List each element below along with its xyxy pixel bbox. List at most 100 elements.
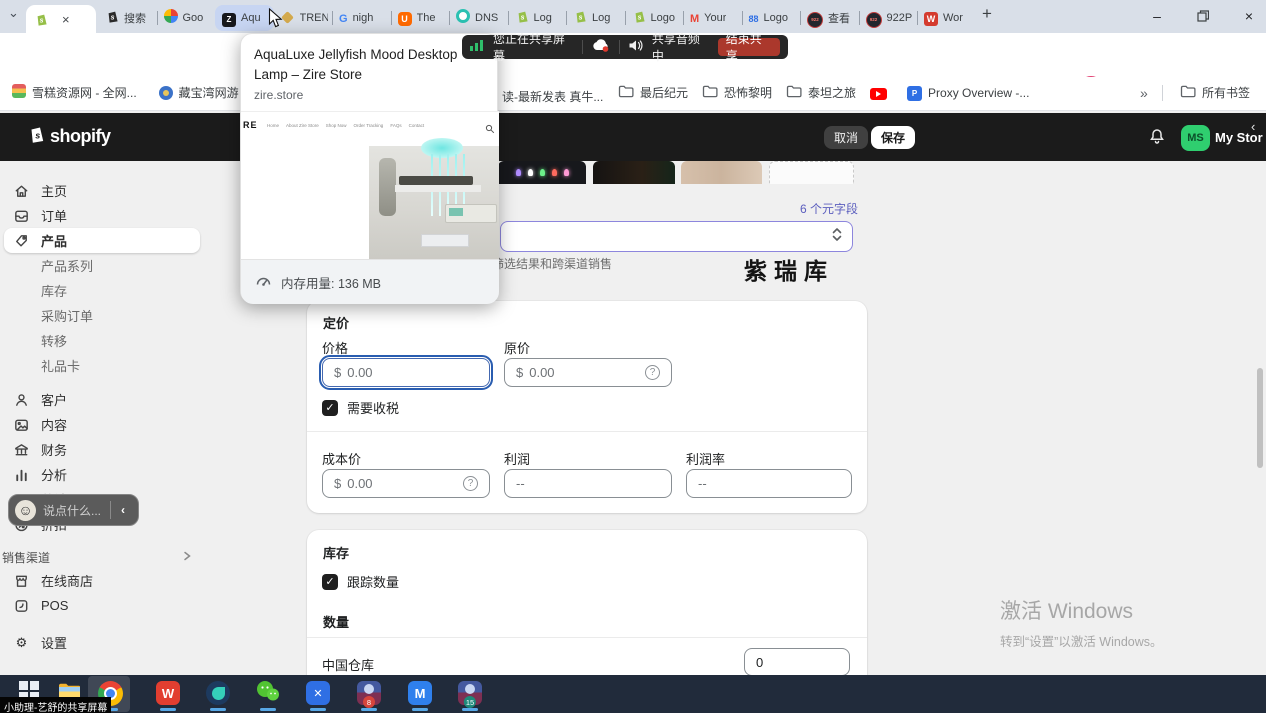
sidebar-item-3[interactable]: 产品系列: [4, 253, 200, 278]
sidebar-item-11[interactable]: 分析: [4, 462, 200, 487]
notifications-bell-icon[interactable]: [1148, 127, 1166, 150]
taskbar-app-badge-15[interactable]: 15: [457, 680, 483, 708]
window-restore-button[interactable]: [1188, 0, 1218, 32]
sidebar-item-0[interactable]: 主页: [4, 178, 200, 203]
bookmark-1[interactable]: 藏宝湾网游: [158, 84, 239, 101]
assistant-chat-widget[interactable]: ☺ 说点什么... ‹: [8, 494, 139, 526]
content-icon: [13, 416, 30, 434]
sidebar-item-8[interactable]: 客户: [4, 387, 200, 412]
jellyfish-dot: [515, 169, 521, 176]
help-icon[interactable]: ?: [463, 476, 478, 491]
browser-tab-1[interactable]: Goo: [156, 5, 216, 31]
tab-label: Wor: [943, 12, 963, 24]
gmail-icon: M: [690, 13, 700, 25]
sidebar-item-10[interactable]: 财务: [4, 437, 200, 462]
store-avatar[interactable]: MS: [1181, 125, 1210, 151]
svg-text:s: s: [40, 18, 44, 25]
new-tab-button[interactable]: +: [982, 4, 992, 24]
shopify-wordmark: shopify: [50, 126, 111, 146]
sidebar-item-6[interactable]: 转移: [4, 328, 200, 353]
sidebar-item-4[interactable]: 库存: [4, 278, 200, 303]
tab-close-icon[interactable]: ×: [62, 13, 70, 26]
browser-tab-0[interactable]: s 搜索: [98, 5, 157, 31]
window-minimize-button[interactable]: –: [1142, 0, 1172, 32]
bookmark-folder-4[interactable]: P Proxy Overview -...: [907, 84, 1029, 101]
channel-item-0[interactable]: 在线商店: [4, 568, 198, 593]
tab-label: Goo: [182, 12, 204, 24]
browser-tab-7[interactable]: s Log: [507, 5, 567, 31]
chevron-left-icon[interactable]: ‹: [118, 503, 128, 517]
product-category-select[interactable]: [500, 221, 853, 252]
metafields-link[interactable]: 6 个元字段: [700, 200, 858, 217]
browser-tab-10[interactable]: M Your: [683, 5, 742, 31]
taskbar-app-badge-8[interactable]: 8: [356, 680, 382, 708]
collapse-chevron-icon[interactable]: ‹: [1251, 119, 1255, 134]
bookmark-folder-1[interactable]: 恐怖黎明: [702, 84, 772, 101]
sales-channels-header[interactable]: 销售渠道: [2, 546, 198, 568]
shopify-dark-icon: s: [105, 9, 119, 28]
window-close-button[interactable]: ×: [1234, 0, 1264, 32]
browser-tab-9[interactable]: s Logo: [624, 5, 684, 31]
channel-item-1[interactable]: POS: [4, 593, 198, 618]
bookmark-folder-3[interactable]: [870, 84, 893, 101]
sidebar-item-settings[interactable]: ⚙ 设置: [4, 630, 200, 655]
currency-prefix: $: [334, 365, 342, 380]
taskbar-wechat[interactable]: [255, 680, 281, 706]
tax-checkbox-row[interactable]: ✓ 需要收税: [322, 398, 399, 417]
browser-tab-11[interactable]: 8̈8 Logo: [741, 5, 801, 31]
chat-placeholder[interactable]: 说点什么...: [43, 502, 101, 519]
store-name[interactable]: My Store: [1215, 130, 1263, 145]
location-label: 中国仓库: [322, 658, 375, 673]
sidebar-item-5[interactable]: 采购订单: [4, 303, 200, 328]
all-bookmarks-button[interactable]: 所有书签: [1180, 84, 1250, 101]
sidebar-item-9[interactable]: 内容: [4, 412, 200, 437]
bookmark-folder-2[interactable]: 泰坦之旅: [786, 84, 856, 101]
price-input[interactable]: $ 0.00: [319, 355, 493, 390]
media-thumb-add-slot[interactable]: [769, 161, 854, 184]
help-icon[interactable]: ?: [645, 365, 660, 380]
profit-input[interactable]: --: [504, 469, 672, 498]
bookmarks-overflow-icon[interactable]: »: [1140, 85, 1148, 101]
taskbar-teal-circle-app[interactable]: [205, 680, 231, 706]
sidebar-item-7[interactable]: 礼品卡: [4, 353, 200, 378]
bookmark-0[interactable]: 雪糕资源网 - 全网...: [12, 84, 137, 101]
browser-tab-2[interactable]: Z Aqu: [215, 5, 274, 31]
checkbox-checked-icon[interactable]: ✓: [322, 573, 338, 590]
sidebar-item-1[interactable]: 订单: [4, 203, 200, 228]
track-quantity-checkbox-row[interactable]: ✓ 跟踪数量: [322, 572, 399, 591]
scrollbar-thumb[interactable]: [1257, 368, 1263, 468]
media-thumb-beige[interactable]: [681, 161, 762, 184]
media-thumb-dark[interactable]: [593, 161, 675, 184]
shopify-logo[interactable]: s shopify: [27, 124, 111, 149]
tab-search-chevron-icon[interactable]: ⌄: [8, 5, 19, 21]
bookmark-partial[interactable]: 读-最新发表 真牛...: [502, 88, 603, 105]
browser-tab-8[interactable]: s Log: [566, 5, 625, 31]
checkbox-checked-icon[interactable]: ✓: [322, 399, 338, 416]
active-browser-tab[interactable]: s ×: [26, 5, 96, 33]
jellyfish-glow: [421, 138, 463, 158]
taskbar-wps-office[interactable]: W: [155, 680, 181, 706]
browser-tab-6[interactable]: DNS: [449, 5, 508, 31]
profit-label: 利润: [504, 452, 531, 467]
sidebar-item-2[interactable]: 产品: [4, 228, 200, 253]
preview-footer: 内存用量: 136 MB: [241, 259, 499, 304]
save-button[interactable]: 保存: [871, 126, 916, 149]
tab-label: 搜索: [124, 13, 146, 25]
margin-input[interactable]: --: [686, 469, 852, 498]
quantity-input[interactable]: 0: [744, 648, 850, 676]
browser-tab-12[interactable]: 922 查看: [800, 5, 859, 31]
tab-label: Your: [704, 12, 727, 24]
cost-input[interactable]: $ 0.00 ?: [322, 469, 490, 498]
stop-sharing-button[interactable]: 结束共享: [717, 32, 781, 63]
taskbar-blue-m-app[interactable]: M: [407, 680, 433, 706]
browser-tab-5[interactable]: U The: [390, 5, 450, 31]
browser-tab-13[interactable]: 922 922P: [858, 5, 918, 31]
browser-tab-14[interactable]: W Wor: [917, 5, 976, 31]
compare-price-input[interactable]: $ 0.00 ?: [504, 358, 672, 387]
watermark-line2: 转到“设置”以激活 Windows。: [1000, 635, 1163, 649]
media-thumb-jellyfish-colors[interactable]: [498, 161, 586, 184]
browser-tab-4[interactable]: Gnigh: [332, 5, 391, 31]
bookmark-folder-0[interactable]: 最后纪元: [618, 84, 688, 101]
taskbar-blue-x-app[interactable]: ✕: [305, 680, 331, 706]
cancel-button[interactable]: 取消: [824, 126, 869, 149]
